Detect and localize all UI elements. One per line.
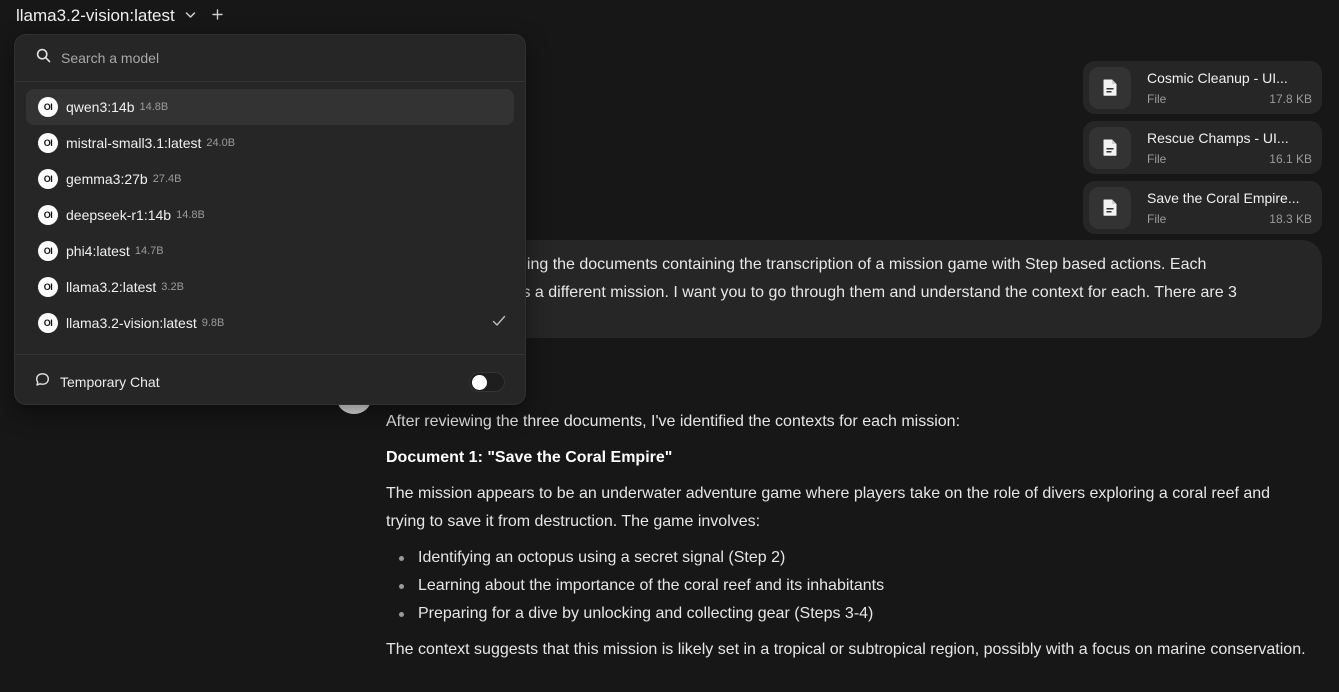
plus-icon[interactable] bbox=[212, 7, 223, 25]
assistant-paragraph: The context suggests that this mission i… bbox=[386, 641, 1306, 658]
model-option-size: 24.0B bbox=[206, 137, 236, 149]
model-option-name: gemma3:27b bbox=[66, 171, 148, 187]
file-icon bbox=[1089, 186, 1131, 229]
ollama-icon: OI bbox=[38, 277, 58, 297]
toggle-knob bbox=[472, 375, 487, 390]
attachments-list: Cosmic Cleanup - UI... File 17.8 KB Resc… bbox=[1083, 61, 1322, 234]
model-option[interactable]: OI llama3.2-vision:latest 9.8B bbox=[26, 305, 514, 341]
attachment-name: Rescue Champs - UI... bbox=[1147, 129, 1289, 146]
model-option-size: 14.8B bbox=[139, 101, 169, 113]
file-icon bbox=[1089, 66, 1131, 109]
model-option-size: 9.8B bbox=[201, 317, 225, 329]
temporary-chat-row[interactable]: Temporary Chat bbox=[15, 355, 525, 409]
attachment-card[interactable]: Rescue Champs - UI... File 16.1 KB bbox=[1083, 121, 1322, 174]
ollama-icon: OI bbox=[38, 205, 58, 225]
attachment-size: 17.8 KB bbox=[1269, 91, 1312, 106]
assistant-message: After reviewing the three documents, I'v… bbox=[386, 408, 1311, 672]
attachment-card[interactable]: Cosmic Cleanup - UI... File 17.8 KB bbox=[1083, 61, 1322, 114]
model-option[interactable]: OI phi4:latest 14.7B bbox=[26, 233, 514, 269]
attachment-size: 16.1 KB bbox=[1269, 151, 1312, 166]
ollama-icon: OI bbox=[38, 241, 58, 261]
model-option-size: 14.8B bbox=[176, 209, 205, 221]
attachment-name: Save the Coral Empire... bbox=[1147, 189, 1300, 206]
user-message-line: t is a different mission. I want you to … bbox=[510, 284, 1237, 301]
search-input[interactable]: Search a model bbox=[61, 50, 159, 66]
model-option[interactable]: OI mistral-small3.1:latest 24.0B bbox=[26, 125, 514, 161]
search-icon bbox=[36, 48, 51, 68]
model-option-size: 14.7B bbox=[134, 245, 164, 257]
check-icon bbox=[492, 314, 506, 332]
model-selector[interactable]: llama3.2-vision:latest bbox=[16, 6, 223, 26]
ollama-icon: OI bbox=[38, 313, 58, 333]
attachment-size: 18.3 KB bbox=[1269, 211, 1312, 226]
assistant-intro: After reviewing the three documents, I'v… bbox=[386, 413, 961, 430]
model-list: OI qwen3:14b 14.8B OI mistral-small3.1:l… bbox=[15, 82, 525, 341]
model-option-name: deepseek-r1:14b bbox=[66, 207, 172, 223]
model-name[interactable]: llama3.2-vision:latest bbox=[16, 6, 175, 26]
model-option[interactable]: OI qwen3:14b 14.8B bbox=[26, 89, 514, 125]
model-option-size: 27.4B bbox=[152, 173, 182, 185]
ollama-icon: OI bbox=[38, 133, 58, 153]
user-message-line: ching the documents containing the trans… bbox=[510, 256, 1207, 273]
ollama-icon: OI bbox=[38, 169, 58, 189]
list-item: Identifying an octopus using a secret si… bbox=[386, 544, 1311, 572]
user-message-bubble: ching the documents containing the trans… bbox=[470, 240, 1322, 338]
temporary-chat-label: Temporary Chat bbox=[60, 374, 160, 390]
document-heading: Document 1: "Save the Coral Empire" bbox=[386, 449, 673, 466]
list-item: Preparing for a dive by unlocking and co… bbox=[386, 600, 1311, 628]
attachment-type: File bbox=[1147, 211, 1167, 226]
model-option-name: llama3.2:latest bbox=[66, 279, 157, 295]
model-option[interactable]: OI deepseek-r1:14b 14.8B bbox=[26, 197, 514, 233]
temporary-chat-toggle[interactable] bbox=[469, 372, 505, 392]
model-option-name: phi4:latest bbox=[66, 243, 130, 259]
model-dropdown: Search a model OI qwen3:14b 14.8B OI mis… bbox=[14, 34, 526, 405]
model-option[interactable]: OI gemma3:27b 27.4B bbox=[26, 161, 514, 197]
model-option-name: mistral-small3.1:latest bbox=[66, 135, 202, 151]
bullet-list: Identifying an octopus using a secret si… bbox=[386, 544, 1311, 628]
chevron-down-icon[interactable] bbox=[185, 10, 196, 22]
model-option-size: 3.2B bbox=[161, 281, 184, 293]
file-icon bbox=[1089, 126, 1131, 169]
model-search[interactable]: Search a model bbox=[15, 35, 525, 82]
assistant-paragraph: The mission appears to be an underwater … bbox=[386, 485, 1271, 530]
attachment-name: Cosmic Cleanup - UI... bbox=[1147, 69, 1288, 86]
attachment-type: File bbox=[1147, 91, 1167, 106]
chat-bubble-icon bbox=[35, 372, 50, 392]
list-item: Learning about the importance of the cor… bbox=[386, 572, 1311, 600]
attachment-type: File bbox=[1147, 151, 1167, 166]
model-option[interactable]: OI llama3.2:latest 3.2B bbox=[26, 269, 514, 305]
model-option-name: qwen3:14b bbox=[66, 99, 135, 115]
model-option-name: llama3.2-vision:latest bbox=[66, 315, 197, 331]
ollama-icon: OI bbox=[38, 97, 58, 117]
attachment-card[interactable]: Save the Coral Empire... File 18.3 KB bbox=[1083, 181, 1322, 234]
